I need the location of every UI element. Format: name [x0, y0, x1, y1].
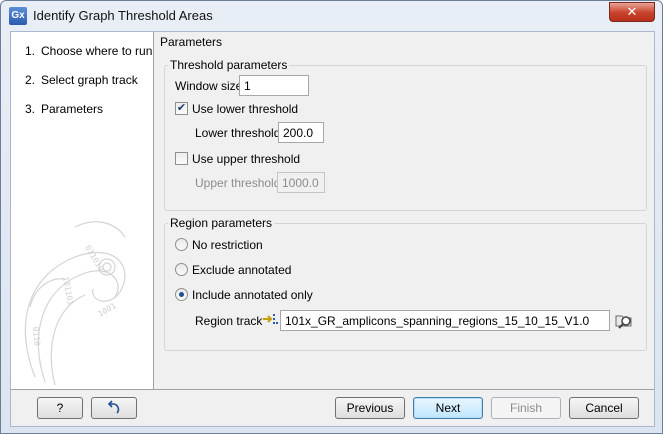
previous-button-label: Previous — [346, 401, 394, 415]
use-upper-threshold-label[interactable]: Use upper threshold — [192, 152, 300, 166]
cancel-button-label: Cancel — [585, 401, 623, 415]
cancel-button[interactable]: Cancel — [569, 397, 639, 419]
svg-text:011010: 011010 — [83, 244, 105, 274]
panel-title: Parameters — [160, 35, 223, 49]
app-icon: Gx — [9, 7, 27, 25]
step-label: Choose where to run — [41, 44, 153, 58]
step-number: 2. — [25, 73, 36, 87]
step-item-select-graph-track[interactable]: 2. Select graph track — [25, 73, 138, 87]
region-track-field[interactable]: 101x_GR_amplicons_spanning_regions_15_10… — [280, 310, 610, 331]
exclude-annotated-label[interactable]: Exclude annotated — [192, 263, 291, 277]
track-icon — [263, 314, 278, 324]
lower-threshold-label: Lower threshold — [195, 126, 281, 140]
step-item-parameters[interactable]: 3. Parameters — [25, 102, 103, 116]
decorative-swirl-logo: 011010 101101 0110 1001 — [24, 221, 126, 386]
upper-threshold-label: Upper threshold — [195, 176, 281, 190]
upper-threshold-input: 1000.0 — [277, 172, 325, 193]
use-lower-threshold-checkbox[interactable]: ✔ — [175, 102, 188, 115]
step-item-choose-where-to-run[interactable]: 1. Choose where to run — [25, 44, 152, 58]
region-track-label: Region track — [195, 314, 263, 328]
svg-text:1001: 1001 — [97, 301, 118, 319]
include-annotated-only-radio[interactable] — [175, 288, 188, 301]
no-restriction-label[interactable]: No restriction — [192, 238, 263, 252]
help-button[interactable]: ? — [37, 397, 83, 419]
use-lower-threshold-label[interactable]: Use lower threshold — [192, 102, 298, 116]
reset-icon — [107, 400, 120, 414]
close-button[interactable]: ✕ — [609, 2, 655, 22]
finish-button-label: Finish — [509, 401, 542, 415]
reset-button[interactable] — [91, 397, 137, 419]
window-size-input[interactable]: 1 — [239, 75, 309, 96]
svg-text:101101: 101101 — [61, 276, 75, 306]
window-size-label: Window size — [175, 79, 243, 93]
browse-icon[interactable] — [614, 311, 634, 329]
next-button[interactable]: Next — [413, 397, 483, 419]
step-number: 3. — [25, 102, 36, 116]
step-label: Parameters — [41, 102, 104, 116]
previous-button[interactable]: Previous — [335, 397, 405, 419]
svg-text:0110: 0110 — [31, 326, 42, 346]
next-button-label: Next — [435, 401, 461, 415]
title-bar[interactable]: Gx Identify Graph Threshold Areas ✕ — [1, 1, 662, 31]
region-group-title: Region parameters — [168, 216, 275, 230]
use-upper-threshold-checkbox[interactable] — [175, 152, 188, 165]
lower-threshold-input[interactable]: 200.0 — [278, 122, 324, 143]
window-title: Identify Graph Threshold Areas — [33, 8, 213, 23]
dialog-client-area: 1. Choose where to run 2. Select graph tra… — [10, 31, 655, 427]
step-label: Select graph track — [41, 73, 138, 87]
threshold-group-title: Threshold parameters — [168, 58, 290, 72]
dialog-window: Gx Identify Graph Threshold Areas ✕ 1. Ch… — [0, 0, 663, 434]
finish-button: Finish — [491, 397, 561, 419]
exclude-annotated-radio[interactable] — [175, 263, 188, 276]
include-annotated-only-label[interactable]: Include annotated only — [192, 288, 313, 302]
no-restriction-radio[interactable] — [175, 238, 188, 251]
wizard-steps-panel: 1. Choose where to run 2. Select graph tra… — [11, 32, 154, 389]
step-number: 1. — [25, 44, 36, 58]
bottom-separator — [11, 389, 654, 390]
